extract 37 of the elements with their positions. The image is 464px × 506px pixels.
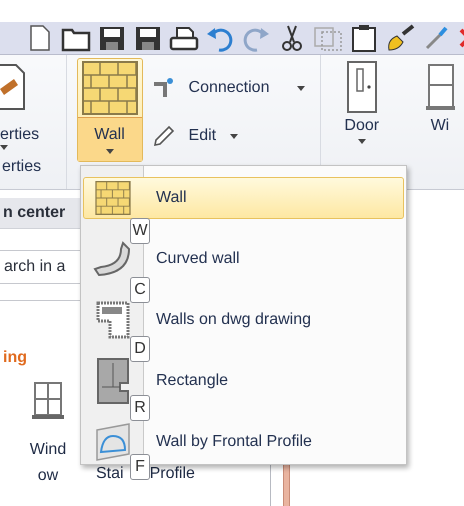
keytip: D xyxy=(130,336,150,362)
caret-icon xyxy=(230,134,238,138)
pencil-icon xyxy=(152,125,175,147)
connector-icon xyxy=(152,77,175,99)
properties-button[interactable]: erties xyxy=(0,125,40,145)
item-label: Stai xyxy=(96,464,124,484)
window-icon xyxy=(424,61,455,113)
menu-item[interactable]: Wall xyxy=(83,177,404,219)
keytip: C xyxy=(130,277,150,303)
keytip: F xyxy=(130,454,150,480)
wall-button[interactable]: Wall xyxy=(76,58,143,162)
drawing-wall-icon xyxy=(96,301,130,339)
brick-wall-icon xyxy=(94,181,132,215)
section-heading: ing xyxy=(2,349,27,367)
connection-button[interactable]: Connection xyxy=(152,74,306,102)
group-label: erties xyxy=(1,158,42,176)
document-hammer-icon xyxy=(0,63,26,111)
paste-icon[interactable] xyxy=(349,24,379,52)
caret-icon xyxy=(106,149,114,154)
paintbrush-icon[interactable] xyxy=(385,24,415,52)
save-all-icon[interactable] xyxy=(133,24,163,52)
curved-wall-icon xyxy=(93,239,133,279)
item-label: Wind ow xyxy=(30,440,66,486)
save-icon[interactable] xyxy=(97,24,127,52)
window-icon[interactable] xyxy=(32,381,64,421)
keytip: W xyxy=(130,218,150,244)
edit-button[interactable]: Edit xyxy=(152,122,306,150)
item-label: Profile xyxy=(150,464,195,484)
caret-icon xyxy=(297,86,306,90)
keytip: R xyxy=(130,395,150,421)
frontal-profile-wall-icon xyxy=(95,422,131,462)
rectangle-wall-icon xyxy=(96,357,130,405)
door-icon xyxy=(346,61,377,113)
caret-icon xyxy=(0,145,8,150)
brick-wall-icon xyxy=(82,61,138,115)
window-button[interactable]: Wi xyxy=(416,55,464,189)
print-icon[interactable] xyxy=(169,24,199,52)
